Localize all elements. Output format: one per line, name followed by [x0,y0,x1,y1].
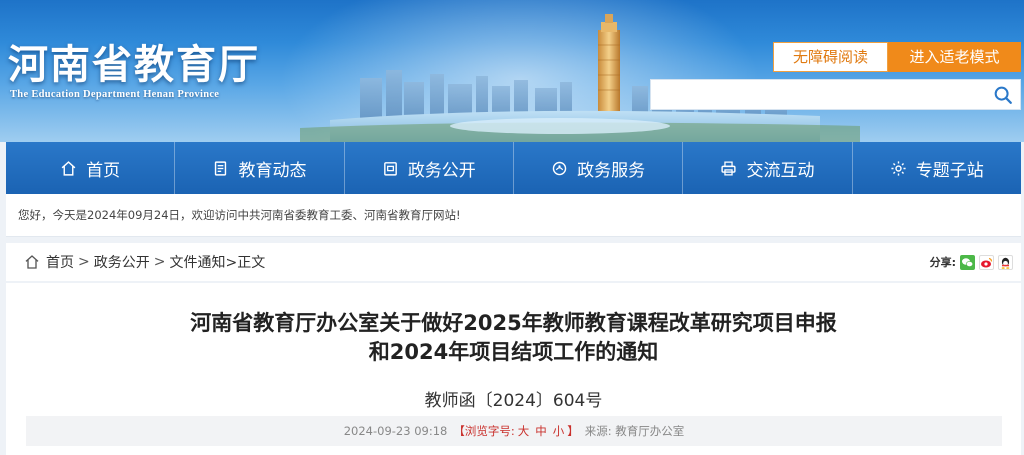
header-banner: 河南省教育厅 The Education Department Henan Pr… [0,0,1024,142]
nav-item-label: 政务服务 [577,160,646,181]
service-icon [552,161,567,175]
nav-item-home[interactable]: 首页 [6,142,176,194]
breadcrumb-separator: > [78,254,90,270]
breadcrumb-bar: 首页 > 政务公开 > 文件通知 >正文 分享: [6,243,1021,281]
home-icon [25,255,39,269]
printer-icon [721,160,737,176]
nav-item-education-news[interactable]: 教育动态 [175,142,345,194]
article-source: 来源: 教育厅办公室 [584,424,685,438]
weibo-icon[interactable] [979,254,994,270]
nav-item-government-services[interactable]: 政务服务 [514,142,684,194]
elder-mode-button[interactable]: 进入适老模式 [888,42,1021,72]
accessibility-reading-button[interactable]: 无障碍阅读 [773,42,888,72]
share-bar: 分享: [930,243,1013,281]
share-label: 分享: [929,256,956,269]
publish-date: 2024-09-23 09:18 [343,424,448,438]
nav-item-interaction[interactable]: 交流互动 [683,142,853,194]
font-size-small-button[interactable]: 小 [553,423,565,439]
welcome-message: 您好，今天是2024年09月24日，欢迎访问中共河南省委教育工委、河南省教育厅网… [6,194,1021,237]
breadcrumb-government-affairs-link[interactable]: 政务公开 [94,252,150,272]
search-input[interactable] [651,80,981,109]
nav-item-label: 教育动态 [238,160,307,181]
article-panel: 河南省教育厅办公室关于做好2025年教师教育课程改革研究项目申报 和2024年项… [6,283,1021,455]
breadcrumb-current: >正文 [225,255,266,271]
nav-item-government-affairs[interactable]: 政务公开 [345,142,514,194]
search-box [650,79,1021,110]
document-icon [215,160,227,176]
main-nav: 首页 教育动态 政务公开 政务服务 交流互动 专题子站 [6,142,1021,194]
article-title-line-2: 和2024年项目结项工作的通知 [368,340,659,364]
font-size-medium-button[interactable]: 中 [535,423,547,439]
breadcrumb-home-link[interactable]: 首页 [46,252,74,272]
article-meta: 2024-09-23 09:18 【浏览字号: 大 中 小 】 来源: 教育厅办… [26,416,1002,446]
clipboard-icon [383,161,397,176]
nav-item-label: 政务公开 [407,160,476,181]
article-title: 河南省教育厅办公室关于做好2025年教师教育课程改革研究项目申报 和2024年项… [6,309,1021,367]
breadcrumb-separator: > [153,254,166,270]
document-number: 教师函〔2024〕604号 [424,391,603,411]
breadcrumb-notices-link[interactable]: 文件通知 [169,252,225,272]
wechat-icon[interactable] [960,254,975,270]
font-size-large-button[interactable]: 大 [518,423,530,439]
breadcrumb: 首页 > 政务公开 > 文件通知 >正文 [24,243,265,281]
home-icon [61,160,76,176]
nav-item-special-sites[interactable]: 专题子站 [853,142,1021,194]
article-title-line-1: 河南省教育厅办公室关于做好2025年教师教育课程改革研究项目申报 [190,311,837,335]
nav-item-label: 交流互动 [746,160,815,181]
nav-item-label: 专题子站 [915,160,984,181]
site-title[interactable]: 河南省教育厅 [8,32,260,90]
nav-item-label: 首页 [86,160,121,181]
search-icon[interactable] [992,84,1014,106]
site-subtitle: The Education Department Henan Province [10,89,220,100]
font-size-close: 】 [567,424,579,438]
settings-icon [891,160,906,176]
qq-icon[interactable] [998,254,1013,270]
font-size-label: 【浏览字号: [453,424,515,438]
